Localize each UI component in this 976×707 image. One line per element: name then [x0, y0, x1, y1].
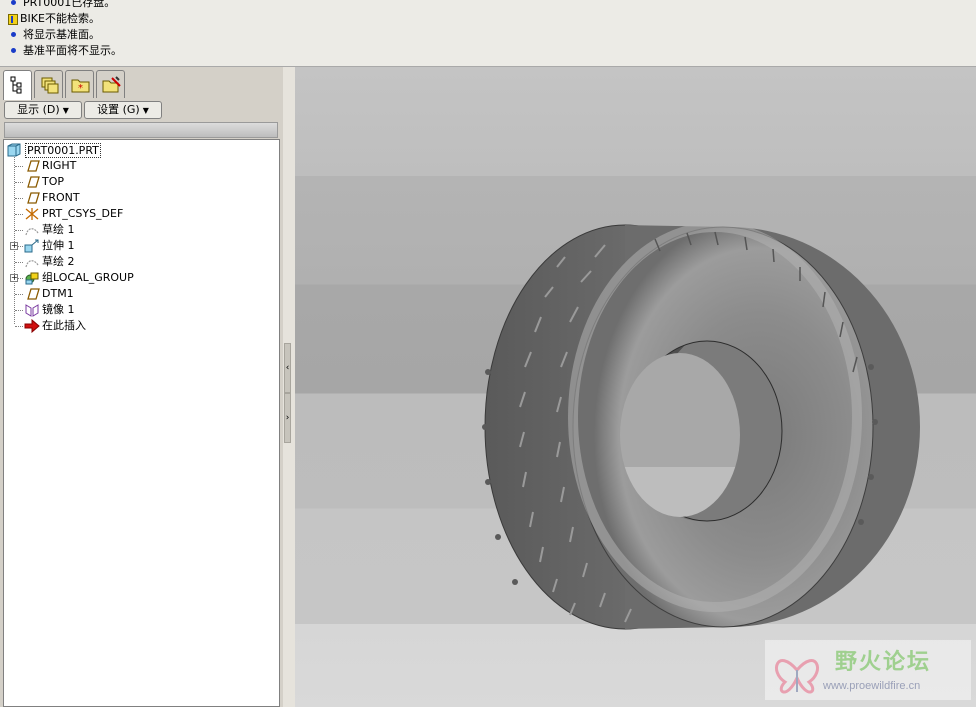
tree-item-label: 组LOCAL_GROUP — [42, 271, 134, 284]
tree-item-label: 草绘 1 — [42, 223, 75, 236]
tree-connector — [15, 182, 23, 183]
datum-plane-icon — [27, 160, 40, 172]
insert-here-arrow-icon — [24, 319, 40, 333]
dropdown-arrow-icon: ▼ — [62, 106, 69, 115]
datum-plane-icon — [27, 192, 40, 204]
tree-connector — [15, 294, 23, 295]
tree-column-header[interactable] — [4, 122, 278, 138]
tire-model — [482, 222, 920, 630]
tree-connector — [15, 230, 23, 231]
sketch-icon — [25, 228, 39, 236]
folder-browser-icon — [102, 76, 121, 93]
tab-model-tree[interactable] — [3, 70, 32, 100]
mirror-icon — [25, 304, 39, 317]
expand-panel-handle[interactable]: › — [284, 393, 291, 443]
model-tree: PRT0001.PRT RIGHT TOP FRONT PRT_CSYS_DEF 草绘 … — [3, 139, 280, 707]
part-icon — [7, 143, 21, 157]
tab-layers[interactable] — [34, 70, 63, 98]
group-icon — [25, 272, 39, 285]
tab-folder-browser[interactable] — [96, 70, 125, 98]
tree-connector — [15, 326, 23, 327]
model-tree-icon — [10, 76, 22, 94]
datum-plane-icon — [27, 176, 40, 188]
message-line: 基准平面将不显示。 — [8, 43, 122, 59]
panel-splitter[interactable]: ‹ › — [283, 67, 295, 707]
graphics-window[interactable] — [295, 67, 976, 707]
settings-menu-button[interactable]: 设置 (G) ▼ — [84, 101, 162, 119]
tree-root-label: PRT0001.PRT — [25, 143, 101, 158]
datum-plane-icon — [27, 288, 40, 300]
message-text: 基准平面将不显示。 — [23, 44, 122, 57]
message-line: 将显示基准面。 — [8, 27, 100, 43]
extrude-icon — [24, 239, 39, 253]
tree-connector — [14, 155, 15, 324]
navigator-panel: * 显示 (D) ▼ 设置 (G) ▼ PRT0001.PRT RIGHT TOP FR… — [0, 67, 283, 707]
butterfly-logo-icon — [775, 659, 819, 694]
svg-text:*: * — [78, 83, 83, 94]
settings-button-label: 设置 (G) — [97, 103, 140, 116]
sketch-icon — [25, 260, 39, 268]
expand-toggle-icon[interactable]: + — [10, 274, 18, 282]
tree-item-label: FRONT — [42, 191, 80, 204]
display-menu-button[interactable]: 显示 (D) ▼ — [4, 101, 82, 119]
warning-icon — [8, 13, 18, 25]
layers-icon — [41, 77, 59, 94]
tree-item-label: TOP — [42, 175, 65, 188]
tree-item-label: PRT_CSYS_DEF — [42, 207, 124, 220]
collapse-panel-handle[interactable]: ‹ — [284, 343, 291, 393]
favorites-folder-icon: * — [71, 79, 90, 94]
message-text: 将显示基准面。 — [23, 28, 100, 41]
message-text: PRT0001已存盘。 — [23, 0, 116, 9]
tree-connector — [15, 166, 23, 167]
coordinate-system-icon — [25, 208, 39, 220]
tree-item-label: 草绘 2 — [42, 255, 75, 268]
tree-item-label: 镜像 1 — [42, 303, 75, 316]
forum-watermark: 野火论坛 www.proewildfire.cn — [765, 640, 971, 700]
tree-connector — [15, 198, 23, 199]
tree-item-label: DTM1 — [42, 287, 74, 300]
tree-item-label: 拉伸 1 — [42, 239, 75, 252]
watermark-title: 野火论坛 — [835, 650, 932, 675]
tab-favorites[interactable]: * — [65, 70, 94, 98]
dropdown-arrow-icon: ▼ — [142, 106, 149, 115]
tree-item-label: 在此插入 — [42, 319, 86, 332]
tree-connector — [15, 214, 23, 215]
message-line: BIKE不能检索。 — [8, 11, 100, 27]
info-bullet-icon — [11, 48, 16, 53]
tree-item-label: RIGHT — [42, 159, 77, 172]
watermark-url: www.proewildfire.cn — [823, 680, 921, 692]
info-bullet-icon — [11, 32, 16, 37]
tree-connector — [15, 262, 23, 263]
info-bullet-icon — [11, 0, 16, 5]
tree-connector — [15, 310, 23, 311]
message-area: PRT0001已存盘。 BIKE不能检索。 将显示基准面。 基准平面将不显示。 — [0, 0, 976, 67]
message-line: PRT0001已存盘。 — [8, 0, 115, 11]
expand-toggle-icon[interactable]: + — [10, 242, 18, 250]
message-text: BIKE不能检索。 — [20, 12, 100, 25]
display-button-label: 显示 (D) — [17, 103, 60, 116]
